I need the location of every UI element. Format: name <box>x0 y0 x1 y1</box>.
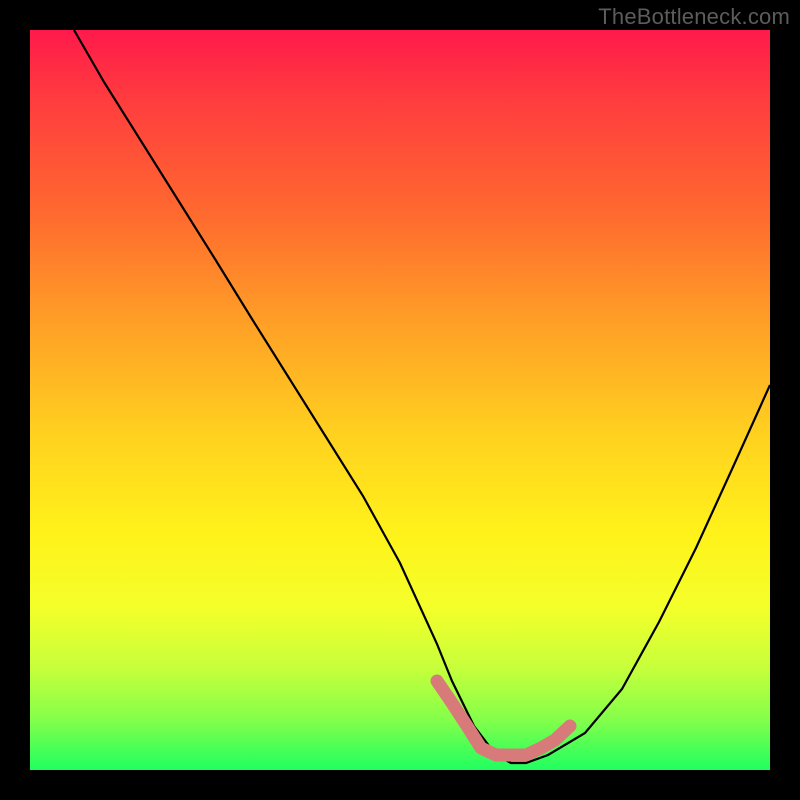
plot-area <box>30 30 770 770</box>
bottleneck-curve <box>74 30 770 763</box>
watermark-text: TheBottleneck.com <box>598 4 790 30</box>
chart-frame: TheBottleneck.com <box>0 0 800 800</box>
curve-svg <box>30 30 770 770</box>
